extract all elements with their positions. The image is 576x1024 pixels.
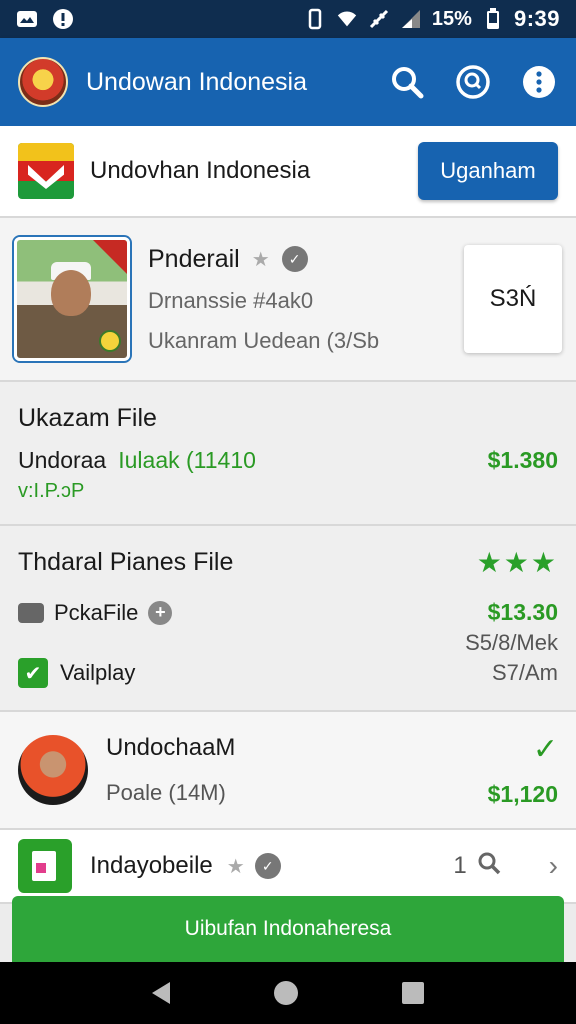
- mobile-title: Indayobeile: [90, 852, 213, 879]
- mobile-app-icon: [18, 839, 72, 893]
- search-icon[interactable]: [477, 851, 501, 882]
- verified-badge-icon: ✓: [281, 246, 308, 272]
- user-subtitle: Poale (14M): [106, 780, 226, 805]
- plan-option: PckaFile: [54, 599, 139, 625]
- data-saver-icon: [368, 8, 390, 30]
- mobile-count: 1: [453, 852, 467, 879]
- profile-detail: Ukanram Uedean (3/Sb: [148, 327, 380, 353]
- battery-icon: [482, 8, 504, 30]
- profile-subtitle: Drnanssie #4ak0: [148, 287, 314, 313]
- user-price: $1,120: [487, 781, 558, 807]
- avatar: [18, 735, 88, 805]
- wifi-icon: [336, 8, 358, 30]
- more-vert-icon[interactable]: [520, 63, 558, 101]
- app-logo: [18, 57, 68, 107]
- signal-icon: [400, 8, 422, 30]
- verified-badge-icon: ✓: [254, 853, 281, 879]
- plan-row[interactable]: Thdaral Pianes File ★★★ PckaFile + $13.3…: [0, 526, 576, 712]
- image-notification-icon: [16, 8, 38, 30]
- profile-name: Pnderail: [148, 244, 240, 273]
- user-row[interactable]: UndochaaM Poale (14M) ✓ $1,120: [0, 712, 576, 830]
- plan-price: $13.30: [487, 599, 558, 625]
- bottom-action-button[interactable]: Uibufan Indonaheresa: [12, 896, 564, 962]
- user-name: UndochaaM: [106, 734, 236, 761]
- org-header-row: Undovhan Indonesia Uganham: [0, 126, 576, 218]
- star-icon[interactable]: ★: [252, 247, 270, 272]
- checkbox-checked[interactable]: ✔: [18, 658, 48, 688]
- profile-portrait: [14, 237, 130, 361]
- file-title: Ukazam File: [18, 404, 157, 432]
- battery-percent: 15%: [431, 7, 472, 30]
- file-name: Undoraa: [18, 447, 107, 473]
- app-bar: Undowan Indonesia: [0, 38, 576, 126]
- star-icon[interactable]: ★: [227, 854, 245, 879]
- search-icon[interactable]: [388, 63, 426, 101]
- vibrate-icon: [304, 8, 326, 30]
- file-footnote: v:I.P.ɔP: [18, 480, 85, 502]
- profile-code-card[interactable]: S3Ń: [464, 245, 562, 353]
- chevron-right-icon[interactable]: ›: [549, 850, 558, 882]
- file-price: $1.380: [487, 447, 558, 473]
- folder-icon: [18, 602, 44, 623]
- plan-check-label: Vailplay: [60, 660, 136, 685]
- profile-row[interactable]: Pnderail ★ ✓ Drnanssie #4ak0 Ukanram Ued…: [0, 218, 576, 382]
- content-list: Undovhan Indonesia Uganham Pnderail ★ ✓ …: [0, 126, 576, 962]
- chat-search-icon[interactable]: [454, 63, 492, 101]
- primary-action-button[interactable]: Uganham: [418, 142, 558, 200]
- plan-rate-1: S5/8/Mek: [465, 630, 558, 655]
- system-nav-bar: [0, 962, 576, 1024]
- add-icon[interactable]: +: [148, 600, 173, 625]
- rating-stars: ★★★: [476, 547, 558, 578]
- mobile-row[interactable]: Indayobeile ★ ✓ 1 ›: [0, 830, 576, 904]
- file-detail: Iulaak (11410: [118, 447, 256, 473]
- back-icon[interactable]: [152, 982, 170, 1004]
- home-icon[interactable]: [274, 981, 298, 1005]
- file-row[interactable]: Ukazam File Undoraa Iulaak (11410 $1.380…: [0, 382, 576, 526]
- check-icon: ✓: [532, 733, 558, 766]
- org-title: Undovhan Indonesia: [90, 157, 311, 184]
- plan-rate-2: S7/Am: [491, 660, 558, 685]
- status-bar: 15% 9:39: [0, 0, 576, 38]
- recents-icon[interactable]: [402, 982, 424, 1004]
- org-flag-logo: [18, 143, 74, 199]
- clock: 9:39: [513, 6, 560, 31]
- alert-notification-icon: [52, 8, 74, 30]
- plan-title: Thdaral Pianes File: [18, 548, 234, 576]
- app-title: Undowan Indonesia: [86, 67, 307, 96]
